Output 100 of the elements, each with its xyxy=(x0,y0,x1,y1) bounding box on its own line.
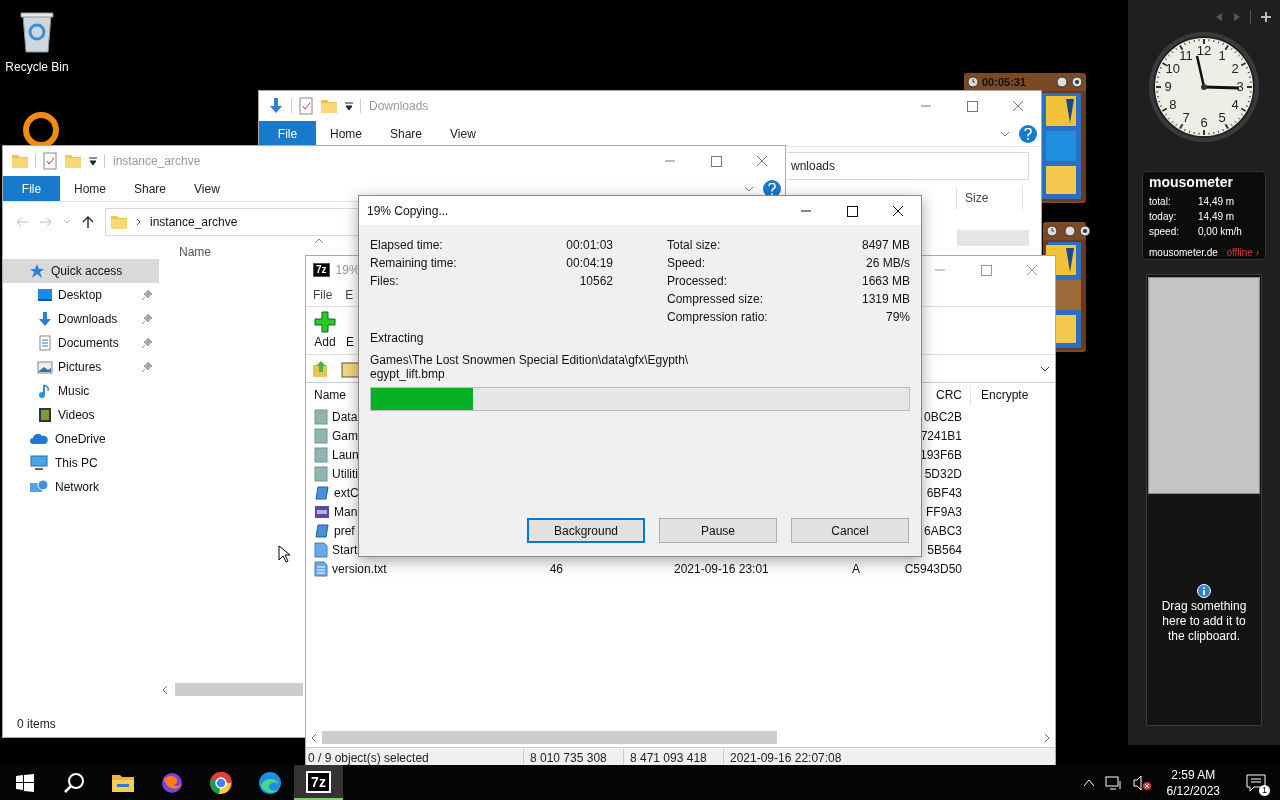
folder-icon xyxy=(110,213,128,231)
ribbon-tab[interactable]: View xyxy=(180,176,234,201)
pin-icon[interactable] xyxy=(141,313,153,325)
plus-icon[interactable] xyxy=(1261,11,1271,22)
pin-icon[interactable] xyxy=(141,361,153,373)
ribbon-tab[interactable]: Home xyxy=(60,176,120,201)
clipboard-slot[interactable] xyxy=(1148,277,1260,494)
clock-numeral: 4 xyxy=(1231,97,1239,112)
clock-numeral: 11 xyxy=(1179,47,1193,63)
address-bar[interactable]: wnloads xyxy=(787,152,1029,180)
nav-item[interactable]: Videos xyxy=(3,403,159,427)
stat-value: 26 MB/s xyxy=(866,255,910,272)
stat-value: 8497 MB xyxy=(861,237,910,254)
scrollbar-thumb[interactable] xyxy=(175,683,303,696)
windows-logo-icon xyxy=(15,773,34,792)
dialog-button[interactable]: Pause xyxy=(659,518,777,543)
menu-item[interactable]: File xyxy=(313,286,333,304)
settings-icon[interactable] xyxy=(1071,76,1083,88)
folder-icon xyxy=(314,427,328,444)
nav-item[interactable]: Downloads xyxy=(3,307,159,331)
dropdown-icon xyxy=(88,156,98,166)
file-name[interactable]: Start xyxy=(332,540,358,559)
cursor-icon xyxy=(278,545,290,563)
chevron-up-icon[interactable] xyxy=(1082,777,1095,788)
cloud-icon xyxy=(29,431,49,447)
stat-value: 79% xyxy=(885,309,910,326)
column-header[interactable]: Name xyxy=(179,243,211,261)
nav-item[interactable]: Quick access xyxy=(3,259,159,283)
pin-icon[interactable] xyxy=(141,337,153,349)
download-arrow-icon xyxy=(37,311,53,327)
scrollbar-thumb[interactable] xyxy=(322,731,777,744)
stat-label: Elapsed time: xyxy=(370,237,443,254)
app-icon xyxy=(314,522,330,539)
pin-icon[interactable] xyxy=(141,289,153,301)
stat-value: 14,49 m xyxy=(1198,210,1235,224)
settings-icon[interactable] xyxy=(1079,225,1091,237)
toolbar-button[interactable]: Add xyxy=(314,311,336,351)
notification-button[interactable]: 1 xyxy=(1236,767,1276,798)
plus-icon xyxy=(314,311,336,333)
folder-icon xyxy=(11,152,29,170)
stat-value: 1663 MB xyxy=(861,273,910,290)
crc-cell: 193F6B xyxy=(919,447,962,462)
nav-item[interactable]: This PC xyxy=(3,451,159,475)
file-name[interactable]: extC xyxy=(334,483,359,502)
stat-value: 10562 xyxy=(579,273,613,290)
crc-cell: 5B564 xyxy=(927,542,962,557)
speaker-muted-icon[interactable] xyxy=(1132,774,1151,791)
nav-item[interactable]: Music xyxy=(3,379,159,403)
nav-item[interactable]: OneDrive xyxy=(3,427,159,451)
info-icon xyxy=(1197,584,1211,598)
ribbon-tab[interactable]: Home xyxy=(316,121,376,146)
stat-value: 00:01:03 xyxy=(566,237,613,254)
stat-label: Files: xyxy=(370,273,399,290)
dialog-button[interactable]: Cancel xyxy=(791,518,909,543)
download-arrow-icon xyxy=(267,97,285,115)
menu-item[interactable]: E xyxy=(345,286,354,304)
properties-icon xyxy=(298,97,314,115)
file-name[interactable]: version.txt xyxy=(332,559,387,578)
up-arrow-icon[interactable] xyxy=(81,215,95,229)
file-name[interactable]: Data xyxy=(332,407,358,426)
nav-item[interactable]: Desktop xyxy=(3,283,159,307)
taskbar-button[interactable]: 7z xyxy=(294,765,343,800)
column-header[interactable]: Encrypte xyxy=(981,386,1029,404)
fox-globe-icon xyxy=(159,770,184,795)
crc-cell: 5D32D xyxy=(924,466,962,481)
network-icon[interactable] xyxy=(1104,774,1123,791)
dialog-button[interactable]: Background xyxy=(527,518,645,543)
computer-icon xyxy=(29,455,49,471)
chevron-right-icon xyxy=(136,218,142,226)
file-name[interactable]: Gam xyxy=(332,426,358,445)
folder-icon xyxy=(314,446,328,463)
arrow-right-icon[interactable] xyxy=(1232,11,1242,22)
file-name[interactable]: Laun xyxy=(332,445,359,464)
crc-cell: 6ABC3 xyxy=(923,523,962,538)
file-icon xyxy=(314,541,328,558)
nav-item[interactable]: Network xyxy=(3,475,159,499)
crc-cell: 0BC2B xyxy=(923,409,962,424)
toolbar-button[interactable]: E xyxy=(346,311,354,351)
stat-label: total: xyxy=(1149,195,1172,209)
ribbon-tab[interactable]: Share xyxy=(376,121,437,146)
ribbon-tab[interactable]: View xyxy=(436,121,490,146)
window-title: Downloads xyxy=(369,98,429,115)
status-text: 0 items xyxy=(17,716,56,733)
ribbon-tab[interactable]: Share xyxy=(120,176,181,201)
crc-cell: C5943D50 xyxy=(904,561,962,576)
stat-value: 00:04:19 xyxy=(566,255,613,272)
column-header[interactable]: Size xyxy=(965,186,989,210)
folder-icon xyxy=(314,465,328,482)
monitor-icon xyxy=(37,287,53,303)
file-name[interactable]: pref xyxy=(334,521,355,540)
status-link[interactable]: offline › xyxy=(1226,245,1259,260)
nav-item[interactable]: Pictures xyxy=(3,355,159,379)
clock-button[interactable]: 2:59 AM 6/12/2023 xyxy=(1160,766,1226,799)
clock-numeral: 2 xyxy=(1231,61,1239,76)
file-name[interactable]: Utiliti xyxy=(332,464,358,483)
nav-item[interactable]: Documents xyxy=(3,331,159,355)
file-name[interactable]: Man xyxy=(334,502,358,521)
desktop-icon-label[interactable]: Recycle Bin xyxy=(5,58,69,76)
arrow-left-icon[interactable] xyxy=(1214,11,1224,22)
website-link[interactable]: mousometer.de xyxy=(1149,245,1218,260)
